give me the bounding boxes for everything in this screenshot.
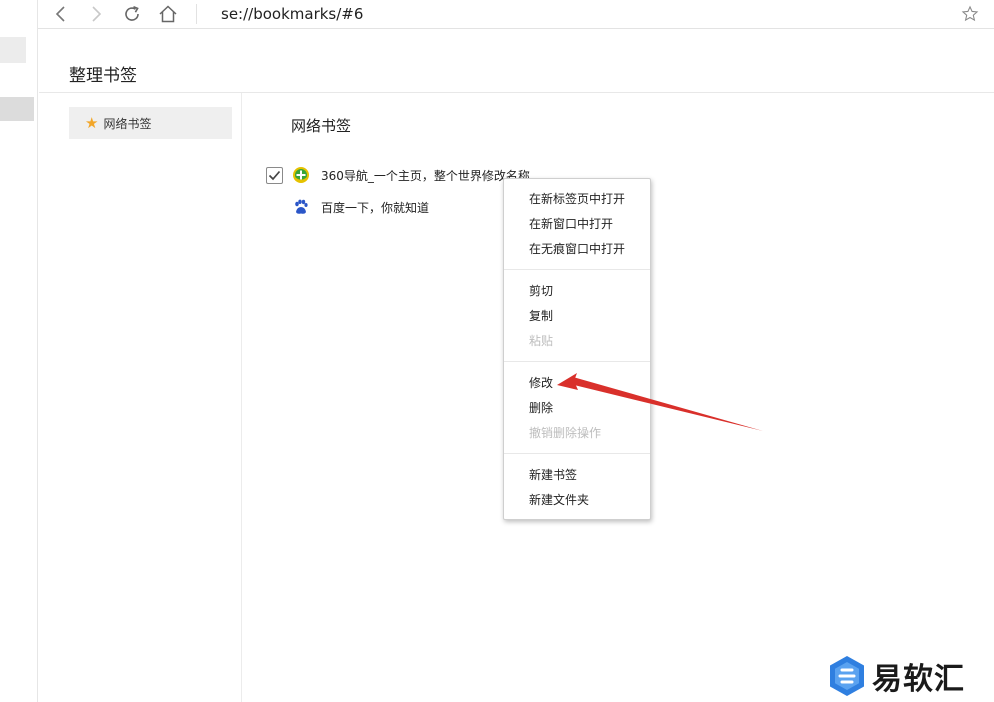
- back-icon[interactable]: [49, 2, 73, 26]
- menu-separator: [504, 361, 650, 362]
- 360-icon: [292, 166, 310, 184]
- bookmark-checkbox[interactable]: [266, 166, 283, 184]
- baidu-paw-icon: [292, 198, 310, 216]
- toolbar-separator: [196, 4, 197, 24]
- browser-toolbar: se://bookmarks/#6: [38, 0, 994, 29]
- left-panel-strip: [0, 0, 38, 702]
- menu-item-new-bookmark[interactable]: 新建书签: [529, 466, 577, 484]
- header-divider: [39, 92, 994, 93]
- menu-item-open-new-window[interactable]: 在新窗口中打开: [529, 215, 613, 233]
- section-title: 网络书签: [291, 117, 352, 135]
- watermark-logo: 易软汇: [828, 654, 965, 698]
- left-panel-block[interactable]: [0, 37, 26, 63]
- reload-icon[interactable]: [120, 2, 144, 26]
- menu-separator: [504, 269, 650, 270]
- menu-separator: [504, 453, 650, 454]
- menu-item-open-new-tab[interactable]: 在新标签页中打开: [529, 190, 625, 208]
- menu-item-cut[interactable]: 剪切: [529, 282, 553, 300]
- sidebar-item-label: 网络书签: [103, 116, 152, 131]
- address-bar[interactable]: se://bookmarks/#6: [221, 5, 363, 23]
- sidebar-item-network-bookmarks[interactable]: ★ 网络书签: [69, 107, 232, 139]
- menu-item-copy[interactable]: 复制: [529, 307, 553, 325]
- annotation-arrow: [557, 373, 763, 431]
- menu-item-open-incognito[interactable]: 在无痕窗口中打开: [529, 240, 625, 258]
- bookmark-title[interactable]: 百度一下，你就知道: [321, 199, 429, 216]
- menu-item-paste: 粘贴: [529, 334, 554, 348]
- context-menu: 在新标签页中打开 在新窗口中打开 在无痕窗口中打开 剪切 复制 粘贴 修改 删除…: [503, 178, 651, 520]
- left-panel-active-block[interactable]: [0, 97, 34, 121]
- watermark-text: 易软汇: [872, 662, 965, 697]
- menu-item-delete[interactable]: 删除: [529, 399, 553, 417]
- page-title: 整理书签: [69, 66, 137, 86]
- menu-item-new-folder[interactable]: 新建文件夹: [529, 491, 589, 509]
- forward-icon[interactable]: [84, 2, 108, 26]
- bookmark-checkbox-empty[interactable]: [266, 199, 283, 216]
- watermark-icon: [830, 656, 864, 696]
- bookmark-row[interactable]: 360导航_一个主页，整个世界修改名称: [266, 164, 530, 186]
- bookmark-star-icon[interactable]: [958, 2, 982, 26]
- sidebar-divider: [241, 93, 242, 702]
- menu-item-edit[interactable]: 修改: [529, 374, 553, 392]
- star-icon: ★: [85, 113, 99, 132]
- bookmark-title[interactable]: 360导航_一个主页，整个世界修改名称: [321, 167, 530, 184]
- menu-item-undo-delete: 撤销删除操作: [529, 426, 602, 440]
- bookmark-row[interactable]: 百度一下，你就知道: [266, 196, 429, 218]
- home-icon[interactable]: [156, 2, 180, 26]
